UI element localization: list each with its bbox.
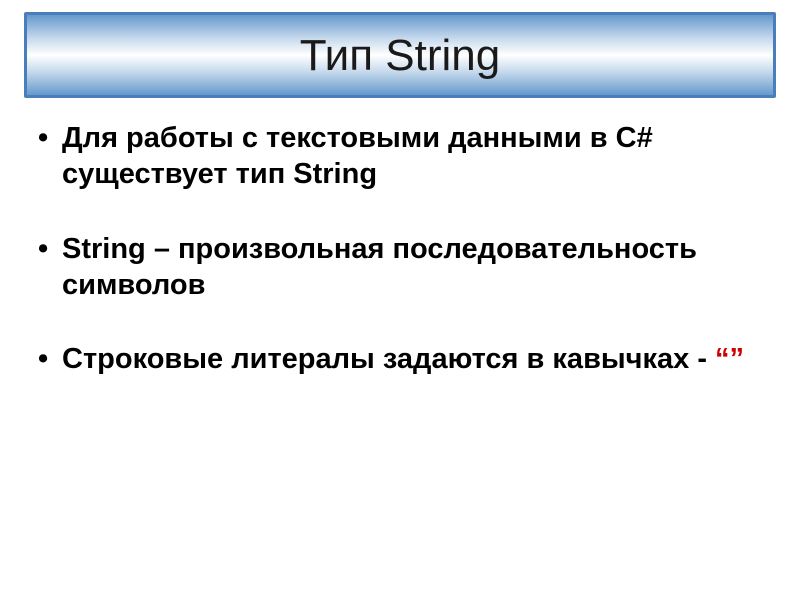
bullet-text: String – произвольная последовательность… bbox=[62, 233, 697, 301]
slide: Тип String Для работы с текстовыми данны… bbox=[0, 0, 800, 600]
quote-literal: “” bbox=[715, 343, 744, 375]
content-area: Для работы с текстовыми данными в C# сущ… bbox=[24, 98, 776, 377]
slide-title: Тип String bbox=[37, 31, 763, 81]
title-box: Тип String bbox=[24, 12, 776, 98]
bullet-text: Строковые литералы задаются в кавычках - bbox=[62, 343, 715, 375]
bullet-text: Для работы с текстовыми данными в C# сущ… bbox=[62, 122, 653, 190]
bullet-list: Для работы с текстовыми данными в C# сущ… bbox=[34, 120, 766, 377]
list-item: Строковые литералы задаются в кавычках -… bbox=[34, 341, 766, 377]
list-item: String – произвольная последовательность… bbox=[34, 231, 766, 304]
list-item: Для работы с текстовыми данными в C# сущ… bbox=[34, 120, 766, 193]
